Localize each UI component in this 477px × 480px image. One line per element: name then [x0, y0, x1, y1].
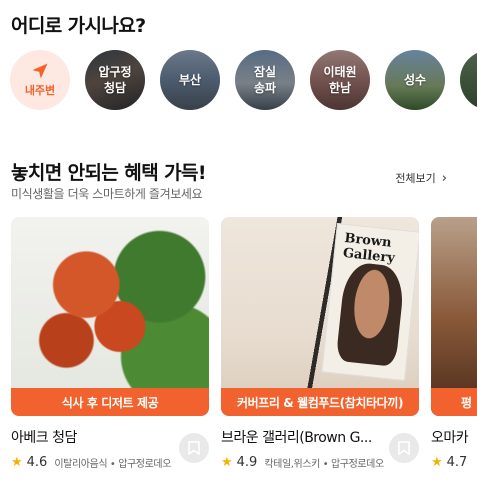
restaurant-card[interactable]: Brown Gallery 커버프리 & 웰컴푸드(참치타다끼) 브라운 갤러리… [221, 217, 419, 470]
star-icon: ★ [11, 455, 23, 470]
restaurant-name: 아베크 청담 [11, 430, 77, 446]
restaurant-name: 브라운 갤러리(Brown G... [221, 430, 372, 446]
location-label: 내주변 [24, 84, 56, 97]
location-section-title: 어디로 가시나요? [11, 15, 146, 37]
restaurant-meta: ★ 4.6 이탈리아음식 • 압구정로데오 [11, 455, 209, 470]
location-label: 잠실 송파 [253, 65, 277, 95]
bookmark-button[interactable] [389, 433, 419, 463]
location-seongsu-button[interactable]: 성수 [385, 50, 445, 110]
rating-value: 4.7 [446, 455, 468, 470]
location-nearby-button[interactable]: 내주변 [10, 50, 70, 110]
bookmark-icon [398, 441, 410, 455]
rating-value: 4.6 [26, 455, 48, 470]
bookmark-icon [188, 441, 200, 455]
restaurant-meta: ★ 4.7 [431, 455, 477, 470]
location-busan-button[interactable]: 부산 [160, 50, 220, 110]
chevron-right-icon: › [441, 170, 447, 186]
restaurant-category: 이탈리아음식 • 압구정로데오 [54, 459, 171, 470]
benefit-section-title: 놓치면 안되는 혜택 가득! [11, 162, 207, 184]
location-label: 이태원 한남 [323, 65, 357, 95]
location-carousel[interactable]: 내주변 압구정 청담 부산 잠실 송파 이태원 한남 성수 [10, 50, 477, 112]
restaurant-category: 칵테일,위스키 • 압구정로데오 [264, 459, 384, 470]
restaurant-photo: 식사 후 디저트 제공 [11, 217, 209, 416]
benefit-banner: 식사 후 디저트 제공 [11, 388, 209, 416]
star-icon: ★ [431, 455, 443, 470]
location-label: 성수 [403, 73, 427, 87]
benefit-banner: 평 [431, 388, 477, 416]
restaurant-name: 오마카 [431, 430, 469, 446]
restaurant-card[interactable]: 평 오마카 ★ 4.7 [431, 217, 477, 470]
poster-title: Brown Gallery [342, 230, 396, 267]
restaurant-photo: 평 [431, 217, 477, 416]
bookmark-button[interactable] [179, 433, 209, 463]
location-apgujeong-button[interactable]: 압구정 청담 [85, 50, 145, 110]
view-all-link[interactable]: 전체보기 › [395, 170, 447, 186]
location-itaewon-button[interactable]: 이태원 한남 [310, 50, 370, 110]
restaurant-card[interactable]: 식사 후 디저트 제공 아베크 청담 ★ 4.6 이탈리아음식 • 압구정로데오 [11, 217, 209, 470]
location-next-button[interactable] [460, 50, 477, 110]
star-icon: ★ [221, 455, 233, 470]
location-label: 부산 [178, 73, 202, 87]
view-all-label: 전체보기 [395, 172, 436, 185]
benefit-section-subtitle: 미식생활을 더욱 스마트하게 즐겨보세요 [11, 187, 203, 201]
location-jamsil-button[interactable]: 잠실 송파 [235, 50, 295, 110]
location-label: 압구정 청담 [98, 65, 132, 95]
restaurant-photo: Brown Gallery 커버프리 & 웰컴푸드(참치타다끼) [221, 217, 419, 416]
rating-value: 4.9 [236, 455, 258, 470]
benefit-card-carousel[interactable]: 식사 후 디저트 제공 아베크 청담 ★ 4.6 이탈리아음식 • 압구정로데오… [11, 217, 477, 480]
benefit-banner: 커버프리 & 웰컴푸드(참치타다끼) [221, 388, 419, 416]
restaurant-meta: ★ 4.9 칵테일,위스키 • 압구정로데오 [221, 455, 419, 470]
navigation-arrow-icon [32, 63, 48, 79]
gallery-poster-image: Brown Gallery [321, 223, 419, 381]
